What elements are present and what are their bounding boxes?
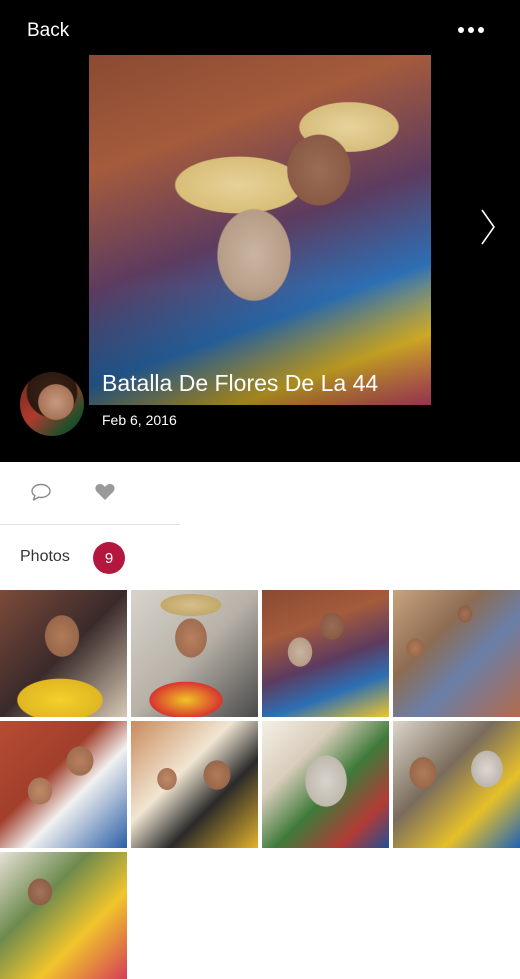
back-button[interactable]: Back xyxy=(27,20,69,42)
photo-grid xyxy=(0,590,520,979)
photos-count-badge: 9 xyxy=(93,542,125,574)
chevron-right-icon[interactable] xyxy=(480,208,496,246)
photo-thumbnail[interactable] xyxy=(262,721,389,848)
dot xyxy=(458,27,464,33)
photo-thumbnail[interactable] xyxy=(131,721,258,848)
more-options-icon[interactable] xyxy=(458,25,484,35)
photo-thumbnail[interactable] xyxy=(393,590,520,717)
photo-thumbnail[interactable] xyxy=(0,852,127,979)
photo-thumbnail[interactable] xyxy=(0,721,127,848)
album-title: Batalla De Flores De La 44 xyxy=(102,370,379,396)
photo-thumbnail[interactable] xyxy=(131,590,258,717)
photos-section-label: Photos xyxy=(20,548,70,565)
photo-thumbnail[interactable] xyxy=(393,721,520,848)
heart-icon[interactable] xyxy=(94,482,116,502)
owner-avatar[interactable] xyxy=(20,372,84,436)
photo-thumbnail[interactable] xyxy=(262,590,389,717)
dot xyxy=(478,27,484,33)
album-cover-photo[interactable] xyxy=(89,55,431,405)
comment-icon[interactable] xyxy=(30,482,52,502)
album-header: Back Batalla De Flores De La 44 Feb 6, 2… xyxy=(0,0,520,462)
dot xyxy=(468,27,474,33)
album-actions xyxy=(0,462,520,524)
album-date: Feb 6, 2016 xyxy=(102,412,177,428)
photo-thumbnail[interactable] xyxy=(0,590,127,717)
divider xyxy=(0,524,180,525)
